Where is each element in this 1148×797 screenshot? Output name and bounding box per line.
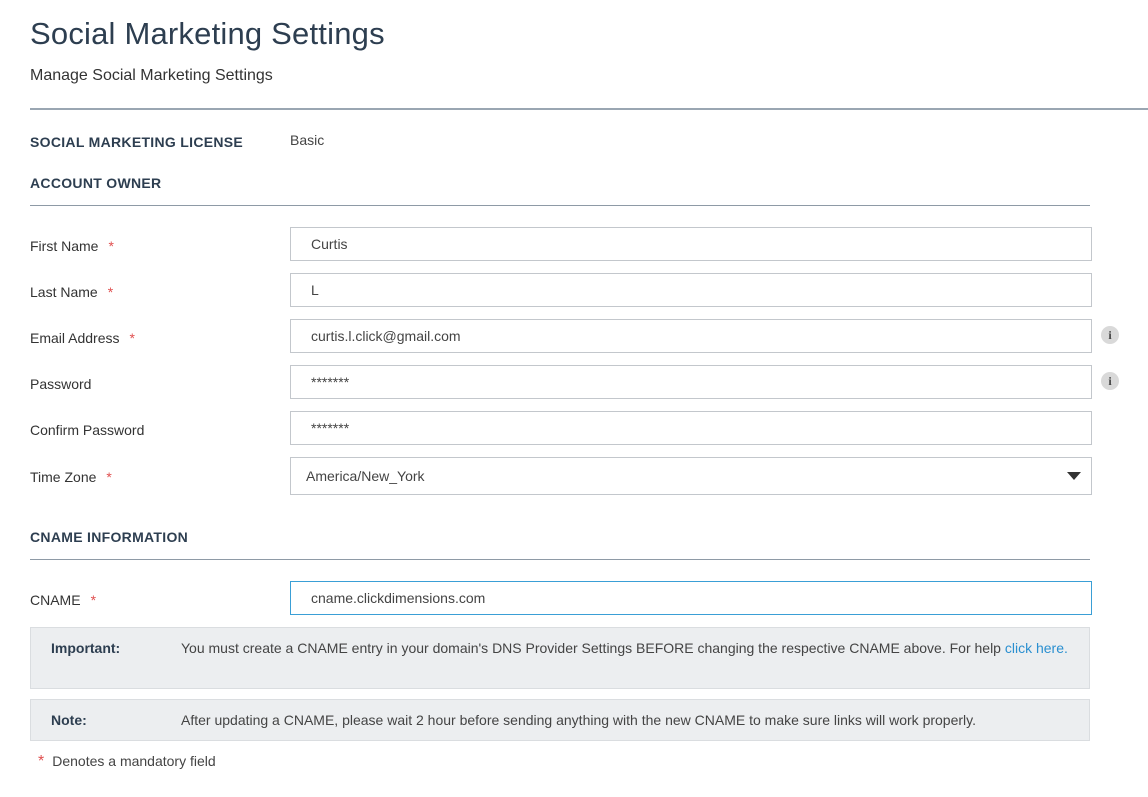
license-label: SOCIAL MARKETING LICENSE	[30, 134, 244, 150]
last-name-label-text: Last Name	[30, 284, 98, 300]
cname-divider	[30, 559, 1090, 560]
page-subtitle: Manage Social Marketing Settings	[30, 67, 273, 84]
first-name-label: First Name *	[30, 238, 114, 254]
password-info-icon[interactable]: i	[1101, 372, 1119, 390]
last-name-input[interactable]: L	[290, 273, 1092, 307]
email-label-text: Email Address	[30, 330, 120, 346]
first-name-label-text: First Name	[30, 238, 99, 254]
required-marker: *	[108, 238, 114, 254]
page-title: Social Marketing Settings	[30, 16, 385, 51]
important-notice: Important: You must create a CNAME entry…	[30, 627, 1090, 689]
header-divider	[30, 108, 1148, 110]
cname-label: CNAME *	[30, 592, 96, 608]
email-input[interactable]: curtis.l.click@gmail.com	[290, 319, 1092, 353]
time-zone-label: Time Zone *	[30, 469, 112, 485]
account-owner-heading: ACCOUNT OWNER	[30, 175, 162, 191]
required-marker: *	[129, 330, 135, 346]
important-message: You must create a CNAME entry in your do…	[181, 640, 1005, 656]
time-zone-label-text: Time Zone	[30, 469, 97, 485]
footnote-text: Denotes a mandatory field	[52, 753, 216, 769]
account-owner-divider	[30, 205, 1090, 206]
password-input[interactable]: *******	[290, 365, 1092, 399]
note-label: Note:	[51, 712, 87, 728]
password-label: Password	[30, 376, 92, 392]
confirm-password-input[interactable]: *******	[290, 411, 1092, 445]
help-link[interactable]: click here.	[1005, 640, 1068, 656]
important-text: You must create a CNAME entry in your do…	[181, 638, 1069, 658]
time-zone-value: America/New_York	[306, 468, 425, 484]
required-marker: *	[38, 753, 45, 770]
required-marker: *	[107, 284, 114, 300]
time-zone-select[interactable]: America/New_York	[290, 457, 1092, 495]
important-label: Important:	[51, 640, 121, 656]
last-name-label: Last Name *	[30, 284, 113, 300]
email-info-icon[interactable]: i	[1101, 326, 1119, 344]
cname-heading: CNAME INFORMATION	[30, 529, 189, 545]
cname-input[interactable]: cname.clickdimensions.com	[290, 581, 1092, 615]
cname-label-text: CNAME	[30, 592, 81, 608]
note-text: After updating a CNAME, please wait 2 ho…	[181, 712, 977, 728]
first-name-input[interactable]: Curtis	[290, 227, 1092, 261]
required-marker: *	[106, 469, 112, 485]
license-value: Basic	[290, 132, 325, 148]
chevron-down-icon	[1067, 472, 1081, 480]
required-marker: *	[90, 592, 97, 608]
note-notice: Note: After updating a CNAME, please wai…	[30, 699, 1090, 741]
confirm-password-label: Confirm Password	[30, 422, 145, 438]
email-label: Email Address *	[30, 330, 135, 346]
mandatory-footnote: * Denotes a mandatory field	[38, 753, 216, 771]
